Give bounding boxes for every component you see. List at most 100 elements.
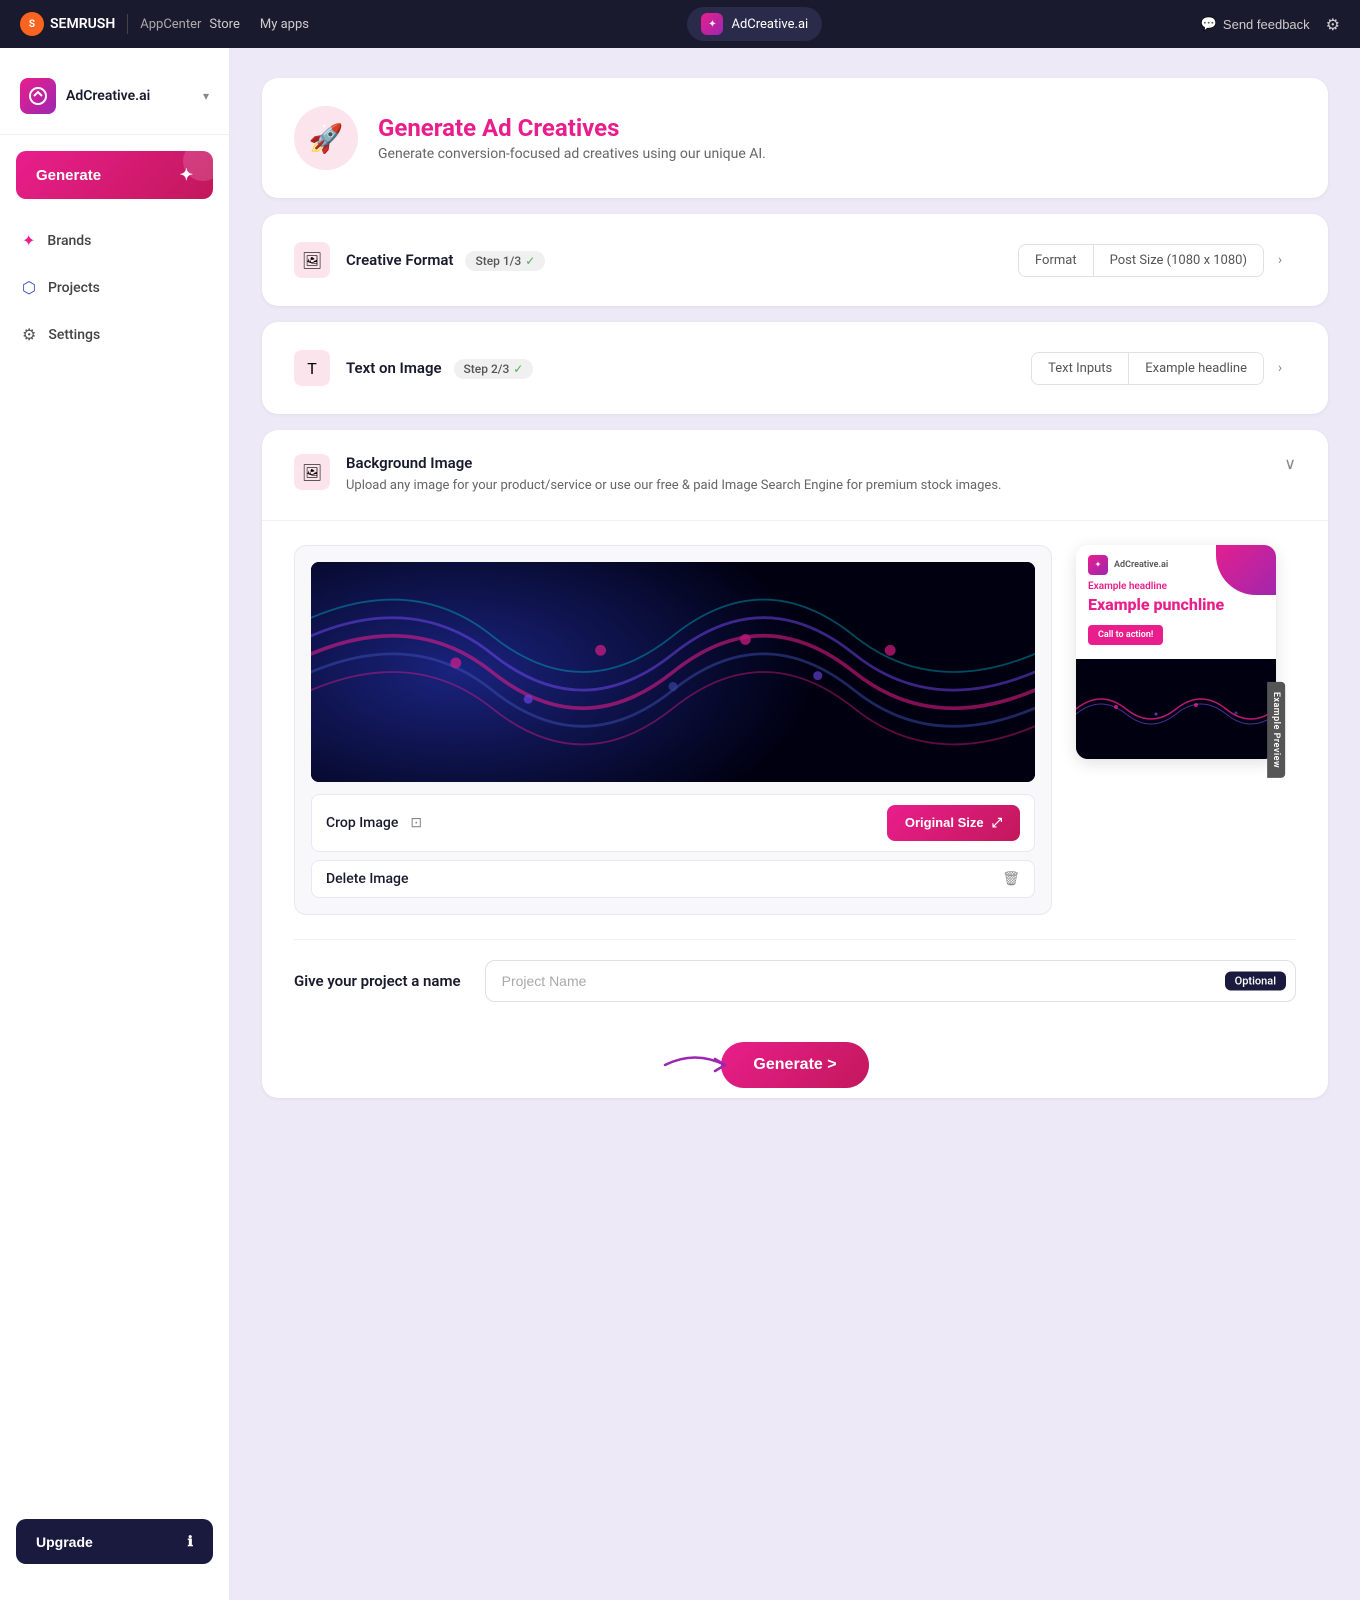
text-icon: T bbox=[307, 359, 317, 378]
example-preview-wrap: ✦ AdCreative.ai Example headline Example… bbox=[1076, 545, 1296, 915]
bg-title: Background Image bbox=[346, 454, 1268, 472]
sidebar-brand-name: AdCreative.ai bbox=[66, 88, 150, 104]
final-generate-label: Generate > bbox=[753, 1056, 836, 1074]
bg-collapse-toggle[interactable]: ∨ bbox=[1284, 454, 1296, 473]
bg-body: Crop Image ⊡ Original Size ⤢ Delete Imag… bbox=[262, 521, 1328, 939]
generate-row: Generate > bbox=[262, 1022, 1328, 1098]
sidebar-item-brands[interactable]: ✦ Brands bbox=[8, 219, 221, 262]
preview-tab: Example Preview bbox=[1267, 681, 1285, 777]
crop-icon: ⊡ bbox=[410, 815, 422, 831]
projects-icon: ⬡ bbox=[22, 278, 36, 297]
gen-subtitle: Generate conversion-focused ad creatives… bbox=[378, 146, 766, 162]
bg-grid: Crop Image ⊡ Original Size ⤢ Delete Imag… bbox=[294, 545, 1296, 915]
step1-arrow[interactable]: › bbox=[1264, 244, 1296, 276]
preview-cta: Call to action! bbox=[1088, 625, 1163, 645]
topnav: S SEMRUSH AppCenter Store My apps ✦ AdCr… bbox=[0, 0, 1360, 48]
preview-punchline: Example punchline bbox=[1088, 595, 1264, 614]
feedback-label: Send feedback bbox=[1223, 17, 1310, 32]
wave-background bbox=[311, 562, 1035, 782]
app-pill-icon: ✦ bbox=[701, 13, 723, 35]
image-preview bbox=[311, 562, 1035, 782]
step2-check: ✓ bbox=[513, 362, 523, 376]
step2-right[interactable]: Text Inputs Example headline › bbox=[1031, 352, 1296, 385]
gen-header: 🚀 Generate Ad Creatives Generate convers… bbox=[294, 106, 1296, 170]
step2-icon-wrap: T bbox=[294, 350, 330, 386]
arrow-decoration bbox=[655, 1045, 755, 1085]
settings-sidebar-icon: ⚙ bbox=[22, 325, 36, 344]
brand-logo-icon bbox=[20, 78, 56, 114]
store-link[interactable]: Store bbox=[209, 17, 239, 32]
step1-right[interactable]: Format Post Size (1080 x 1080) › bbox=[1018, 244, 1296, 277]
upgrade-label: Upgrade bbox=[36, 1534, 93, 1550]
example-preview-card: ✦ AdCreative.ai Example headline Example… bbox=[1076, 545, 1276, 759]
header-card: 🚀 Generate Ad Creatives Generate convers… bbox=[262, 78, 1328, 198]
step2-pill-headline: Example headline bbox=[1129, 353, 1263, 384]
step1-badge: Step 1/3 ✓ bbox=[465, 251, 545, 271]
gen-icon-wrap: 🚀 bbox=[294, 106, 358, 170]
crop-label: Crop Image bbox=[326, 815, 398, 831]
sidebar-brands-label: Brands bbox=[47, 233, 91, 249]
main-content: 🚀 Generate Ad Creatives Generate convers… bbox=[230, 48, 1360, 1600]
image-editor: Crop Image ⊡ Original Size ⤢ Delete Imag… bbox=[294, 545, 1052, 915]
bg-subtitle: Upload any image for your product/servic… bbox=[346, 476, 1268, 496]
project-name-input[interactable] bbox=[485, 960, 1296, 1002]
settings-icon[interactable]: ⚙ bbox=[1326, 15, 1340, 34]
generate-sidebar-button[interactable]: Generate ✦ bbox=[16, 151, 213, 199]
step1-title: Creative Format bbox=[346, 251, 453, 269]
preview-wave-svg bbox=[1076, 659, 1276, 759]
app-pill[interactable]: ✦ AdCreative.ai bbox=[687, 7, 822, 41]
brands-icon: ✦ bbox=[22, 231, 35, 250]
step1-check: ✓ bbox=[525, 254, 535, 268]
step1-icon-wrap: 🖼 bbox=[294, 242, 330, 278]
bg-content: Background Image Upload any image for yo… bbox=[346, 454, 1268, 496]
feedback-icon: 💬 bbox=[1201, 16, 1217, 32]
step2-text: Text on Image Step 2/3 ✓ bbox=[346, 358, 533, 379]
generate-btn-icon: ✦ bbox=[180, 165, 193, 185]
semrush-brand-text: SEMRUSH bbox=[50, 16, 115, 32]
bg-icon: 🖼 bbox=[302, 463, 322, 482]
generate-sidebar-label: Generate bbox=[36, 167, 101, 184]
app-name: AdCreative.ai bbox=[731, 17, 808, 32]
feedback-button[interactable]: 💬 Send feedback bbox=[1201, 16, 1310, 32]
myapps-link[interactable]: My apps bbox=[260, 17, 309, 32]
crop-row[interactable]: Crop Image ⊡ Original Size ⤢ bbox=[311, 794, 1035, 852]
step2-arrow[interactable]: › bbox=[1264, 352, 1296, 384]
step2-pills: Text Inputs Example headline bbox=[1031, 352, 1264, 385]
preview-brand-logo: ✦ bbox=[1088, 555, 1108, 575]
delete-row[interactable]: Delete Image 🗑 bbox=[311, 860, 1035, 898]
gen-text: Generate Ad Creatives Generate conversio… bbox=[378, 114, 766, 162]
delete-icon: 🗑 bbox=[1002, 871, 1020, 887]
preview-corner-shape bbox=[1216, 545, 1276, 595]
step1-pill-size: Post Size (1080 x 1080) bbox=[1094, 245, 1263, 276]
project-input-wrap: Optional bbox=[485, 960, 1296, 1002]
original-size-label: Original Size bbox=[905, 815, 984, 830]
sidebar-projects-label: Projects bbox=[48, 280, 100, 296]
appcenter-label: AppCenter bbox=[140, 17, 201, 32]
format-icon: 🖼 bbox=[302, 251, 322, 270]
upgrade-icon: ℹ bbox=[188, 1533, 193, 1550]
semrush-logo[interactable]: S SEMRUSH bbox=[20, 12, 115, 36]
expand-icon: ⤢ bbox=[992, 815, 1002, 831]
semrush-icon: S bbox=[20, 12, 44, 36]
step2-row: T Text on Image Step 2/3 ✓ Text Inputs E… bbox=[294, 350, 1296, 386]
step1-pills: Format Post Size (1080 x 1080) bbox=[1018, 244, 1264, 277]
preview-header: ✦ AdCreative.ai Example headline Example… bbox=[1076, 545, 1276, 659]
sidebar-brand[interactable]: AdCreative.ai ▾ bbox=[0, 68, 229, 135]
step1-card: 🖼 Creative Format Step 1/3 ✓ Format Post… bbox=[262, 214, 1328, 306]
bg-header: 🖼 Background Image Upload any image for … bbox=[262, 430, 1328, 521]
bg-card: 🖼 Background Image Upload any image for … bbox=[262, 430, 1328, 1098]
sidebar-item-settings[interactable]: ⚙ Settings bbox=[8, 313, 221, 356]
nav-right: 💬 Send feedback ⚙ bbox=[1201, 15, 1340, 34]
sidebar-bottom: Upgrade ℹ bbox=[0, 1503, 229, 1580]
step1-pill-format: Format bbox=[1019, 245, 1094, 276]
step1-text: Creative Format Step 1/3 ✓ bbox=[346, 250, 545, 271]
project-section: Give your project a name Optional bbox=[262, 940, 1328, 1022]
step1-row: 🖼 Creative Format Step 1/3 ✓ Format Post… bbox=[294, 242, 1296, 278]
upgrade-button[interactable]: Upgrade ℹ bbox=[16, 1519, 213, 1564]
original-size-button[interactable]: Original Size ⤢ bbox=[887, 805, 1020, 841]
step2-pill-text: Text Inputs bbox=[1032, 353, 1129, 384]
sidebar: AdCreative.ai ▾ Generate ✦ ✦ Brands ⬡ Pr… bbox=[0, 48, 230, 1600]
sidebar-item-projects[interactable]: ⬡ Projects bbox=[8, 266, 221, 309]
step2-title: Text on Image bbox=[346, 359, 442, 377]
preview-corner-deco bbox=[1216, 545, 1276, 595]
